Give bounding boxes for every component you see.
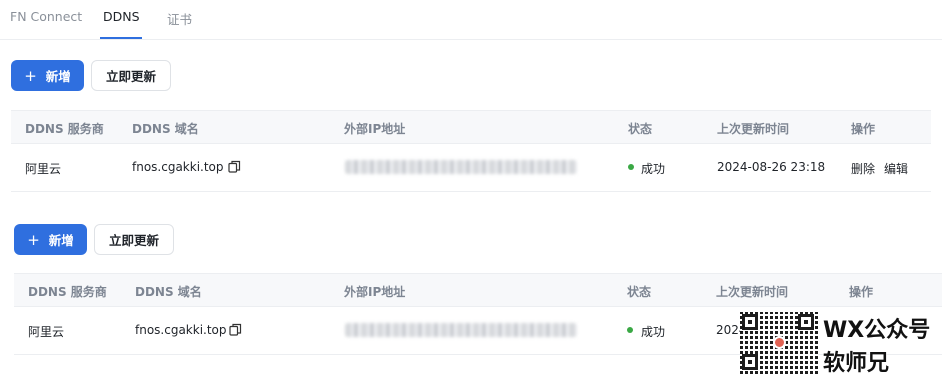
update-now-button[interactable]: 立即更新	[91, 60, 171, 91]
column-header-status: 状态	[628, 122, 653, 136]
column-header-actions: 操作	[849, 285, 874, 299]
provider-cell: 阿里云	[28, 325, 65, 339]
plus-icon: +	[24, 66, 37, 85]
add-button-label: 新增	[45, 69, 71, 84]
tab-bar: FN Connect DDNS 证书	[0, 0, 942, 40]
status-text: 成功	[641, 325, 666, 339]
add-button[interactable]: + 新增	[11, 60, 84, 91]
column-header-provider: DDNS 服务商	[28, 285, 107, 299]
active-tab-indicator	[100, 37, 142, 39]
column-header-last-update: 上次更新时间	[716, 285, 789, 299]
status-text: 成功	[641, 162, 666, 176]
domain-cell: fnos.cgakki.top	[135, 323, 227, 337]
provider-cell: 阿里云	[25, 162, 62, 176]
status-dot	[627, 327, 633, 333]
table-header: DDNS 服务商 DDNS 域名 外部IP地址 状态 上次更新时间 操作	[14, 273, 942, 307]
domain-cell: fnos.cgakki.top	[132, 160, 224, 174]
copy-icon[interactable]	[228, 160, 241, 173]
table-row: 阿里云 fnos.cgakki.top 成功 2024-08-26 23:18 …	[11, 144, 931, 192]
plus-icon: +	[27, 230, 40, 249]
last-update-cell: 2024-08-26 23:18	[717, 160, 826, 174]
status-dot	[628, 164, 634, 170]
add-button-label: 新增	[48, 233, 74, 248]
tab-certificate[interactable]: 证书	[167, 9, 192, 28]
column-header-ip: 外部IP地址	[344, 285, 406, 299]
edit-link[interactable]: 编辑	[884, 160, 908, 177]
copy-icon[interactable]	[229, 323, 242, 336]
watermark-line-2: 软师兄	[823, 351, 890, 374]
column-header-provider: DDNS 服务商	[25, 122, 104, 136]
column-header-domain: DDNS 域名	[135, 285, 202, 299]
column-header-status: 状态	[627, 285, 652, 299]
update-now-button[interactable]: 立即更新	[94, 224, 174, 255]
watermark: WX公众号 软师兄	[740, 312, 942, 374]
tab-ddns[interactable]: DDNS	[103, 9, 140, 24]
delete-link[interactable]: 删除	[851, 160, 875, 177]
tab-fn-connect[interactable]: FN Connect	[10, 9, 82, 24]
qr-logo	[773, 336, 786, 349]
column-header-last-update: 上次更新时间	[717, 122, 790, 136]
column-header-domain: DDNS 域名	[132, 122, 199, 136]
qr-code	[740, 312, 818, 374]
column-header-ip: 外部IP地址	[344, 122, 406, 136]
column-header-actions: 操作	[851, 122, 876, 136]
watermark-line-1: WX公众号	[823, 318, 931, 343]
redacted-ip-address	[345, 160, 577, 174]
redacted-ip-address	[345, 323, 577, 337]
add-button[interactable]: + 新增	[14, 224, 87, 255]
table-header: DDNS 服务商 DDNS 域名 外部IP地址 状态 上次更新时间 操作	[11, 110, 931, 144]
